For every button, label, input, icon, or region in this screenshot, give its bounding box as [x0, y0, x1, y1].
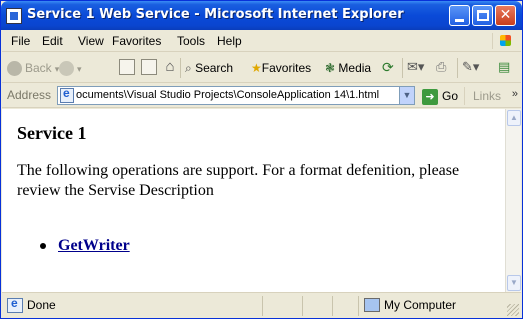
status-text: Done — [27, 298, 56, 312]
resize-grip[interactable] — [507, 304, 519, 316]
address-dropdown-icon[interactable]: ▼ — [399, 87, 414, 104]
vertical-scrollbar[interactable]: ▲ ▼ — [505, 109, 521, 292]
mail-icon: ✉▾ — [407, 59, 425, 74]
favorites-label: Favorites — [261, 61, 312, 75]
media-icon: ❃ — [325, 61, 336, 75]
standard-toolbar: Back ▾ ▾ ⌂ ⌕ Search ★Favorites ❃ Media ⟳ … — [2, 53, 521, 83]
edit-button[interactable]: ✎▾ — [462, 59, 486, 75]
star-icon: ★ — [251, 61, 262, 75]
menu-bar: File Edit View Favorites Tools Help — [2, 30, 521, 52]
back-arrow-icon — [7, 61, 22, 77]
status-separator — [332, 296, 333, 316]
status-separator — [358, 296, 359, 316]
menu-edit[interactable]: Edit — [42, 34, 63, 48]
scroll-up-icon[interactable]: ▲ — [507, 110, 521, 126]
history-button[interactable]: ⟳ — [382, 59, 398, 75]
back-button[interactable]: Back ▾ — [7, 59, 59, 77]
home-button[interactable]: ⌂ — [162, 59, 178, 75]
links-toolbar[interactable]: Links » — [464, 87, 521, 105]
print-icon: ⎙ — [436, 59, 447, 74]
page-done-icon — [7, 296, 23, 313]
toolbar-separator — [457, 58, 458, 78]
close-button[interactable]: ✕ — [495, 5, 516, 26]
status-separator — [302, 296, 303, 316]
close-icon: ✕ — [499, 7, 512, 23]
menu-favorites[interactable]: Favorites — [112, 34, 161, 48]
links-label: Links — [473, 89, 502, 103]
discuss-button[interactable]: ▤ — [498, 59, 516, 75]
history-icon: ⟳ — [382, 59, 394, 75]
home-icon: ⌂ — [165, 58, 175, 75]
windows-logo-icon — [492, 33, 516, 49]
go-button[interactable]: ➜ Go — [422, 87, 458, 105]
mail-button[interactable]: ✉▾ — [407, 59, 431, 75]
media-button[interactable]: ❃ Media — [325, 59, 371, 77]
menu-view[interactable]: View — [78, 34, 104, 48]
address-bar: Address ocuments\Visual Studio Projects\… — [2, 84, 521, 108]
security-zone: My Computer — [384, 298, 457, 312]
title-bar[interactable]: Service 1 Web Service - Microsoft Intern… — [1, 1, 522, 30]
search-icon: ⌕ — [185, 61, 192, 75]
browser-window: Service 1 Web Service - Microsoft Intern… — [0, 0, 523, 319]
favorites-button[interactable]: ★Favorites — [251, 59, 311, 77]
bullet-icon — [40, 243, 46, 250]
toolbar-separator — [402, 58, 403, 78]
page-content: Service 1 The following operations are s… — [2, 109, 505, 292]
maximize-button[interactable] — [472, 5, 493, 26]
dropdown-arrow-icon[interactable]: ▾ — [77, 64, 82, 74]
address-input[interactable]: ocuments\Visual Studio Projects\ConsoleA… — [57, 86, 415, 105]
go-label: Go — [442, 89, 459, 103]
list-item: GetWriter — [40, 237, 130, 255]
search-button[interactable]: ⌕ Search — [185, 59, 233, 77]
intro-text: The following operations are support. Fo… — [17, 162, 460, 199]
menu-tools[interactable]: Tools — [177, 34, 205, 48]
status-bar: Done My Computer — [2, 292, 521, 318]
page-icon — [60, 86, 74, 103]
my-computer-icon — [364, 298, 380, 312]
forward-arrow-icon — [59, 61, 74, 77]
operation-link-getwriter[interactable]: GetWriter — [58, 237, 130, 254]
forward-button[interactable]: ▾ — [59, 59, 82, 77]
refresh-button[interactable] — [141, 59, 157, 75]
back-label: Back — [25, 61, 52, 75]
window-title: Service 1 Web Service - Microsoft Intern… — [27, 7, 404, 22]
operations-list: GetWriter — [40, 237, 130, 255]
scroll-down-icon[interactable]: ▼ — [507, 275, 521, 291]
status-separator — [262, 296, 263, 316]
edit-icon: ✎▾ — [462, 59, 480, 74]
go-arrow-icon: ➜ — [422, 88, 438, 105]
media-label: Media — [338, 61, 372, 75]
toolbar-separator — [180, 58, 181, 78]
discuss-icon: ▤ — [498, 59, 511, 74]
stop-button[interactable] — [119, 59, 135, 75]
maximize-icon — [477, 10, 489, 21]
menu-file[interactable]: File — [11, 34, 30, 48]
address-label: Address — [7, 88, 52, 102]
page-title: Service 1 — [17, 123, 87, 143]
search-label: Search — [195, 61, 234, 75]
minimize-button[interactable] — [449, 5, 470, 26]
menu-help[interactable]: Help — [217, 34, 242, 48]
print-button[interactable]: ⎙ — [436, 59, 454, 75]
minimize-icon — [455, 19, 464, 22]
address-value[interactable]: ocuments\Visual Studio Projects\ConsoleA… — [76, 89, 396, 101]
chevron-right-icon[interactable]: » — [512, 85, 518, 103]
ie-page-icon — [6, 8, 22, 24]
